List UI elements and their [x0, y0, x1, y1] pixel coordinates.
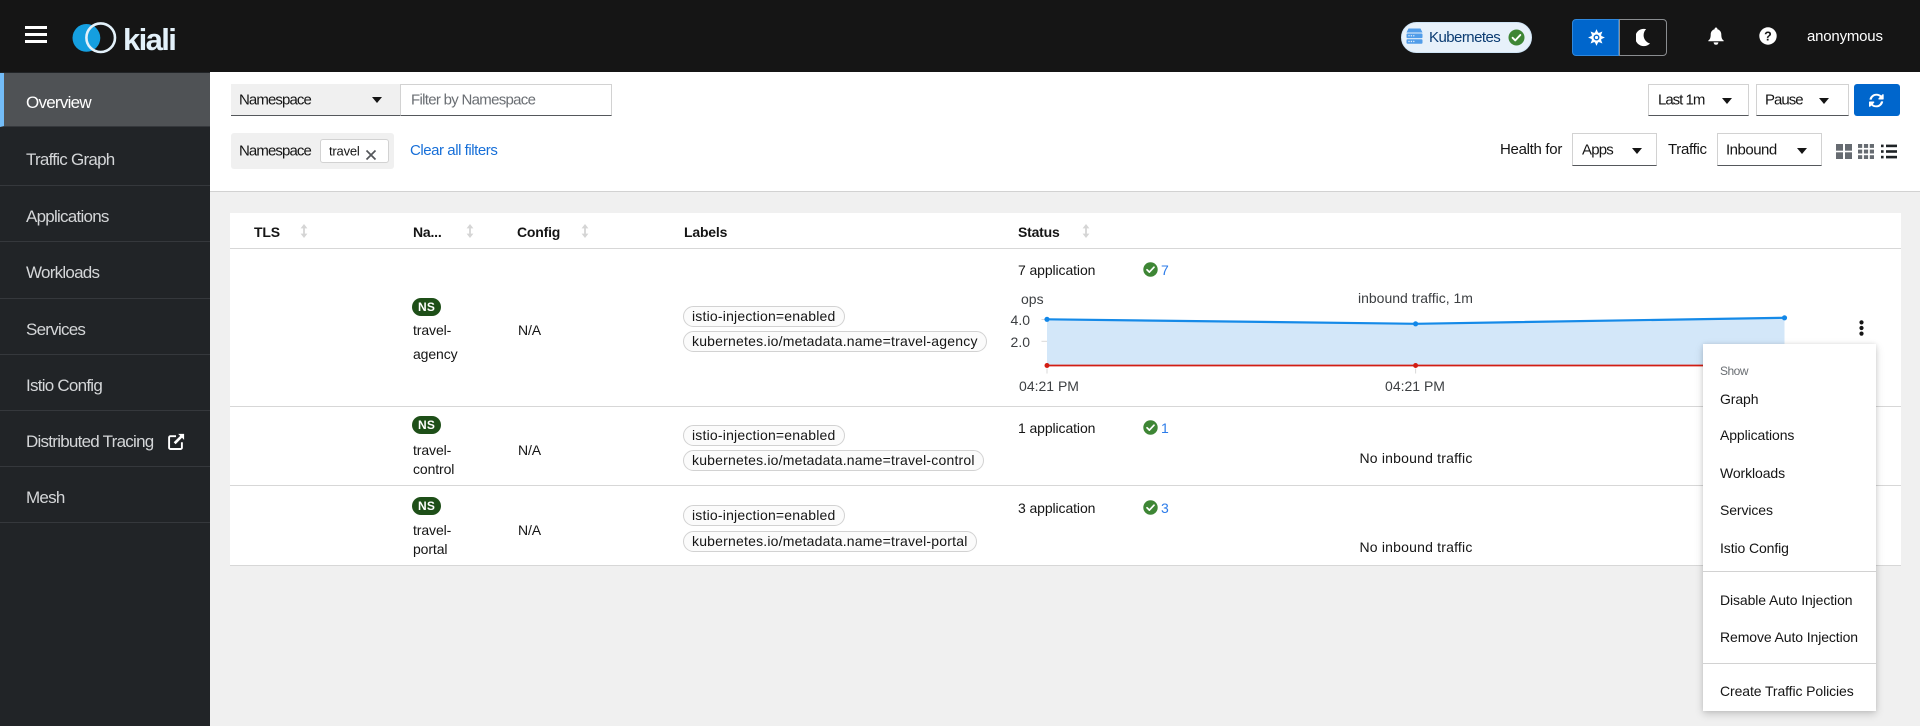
svg-text:?: ?	[1764, 29, 1772, 43]
